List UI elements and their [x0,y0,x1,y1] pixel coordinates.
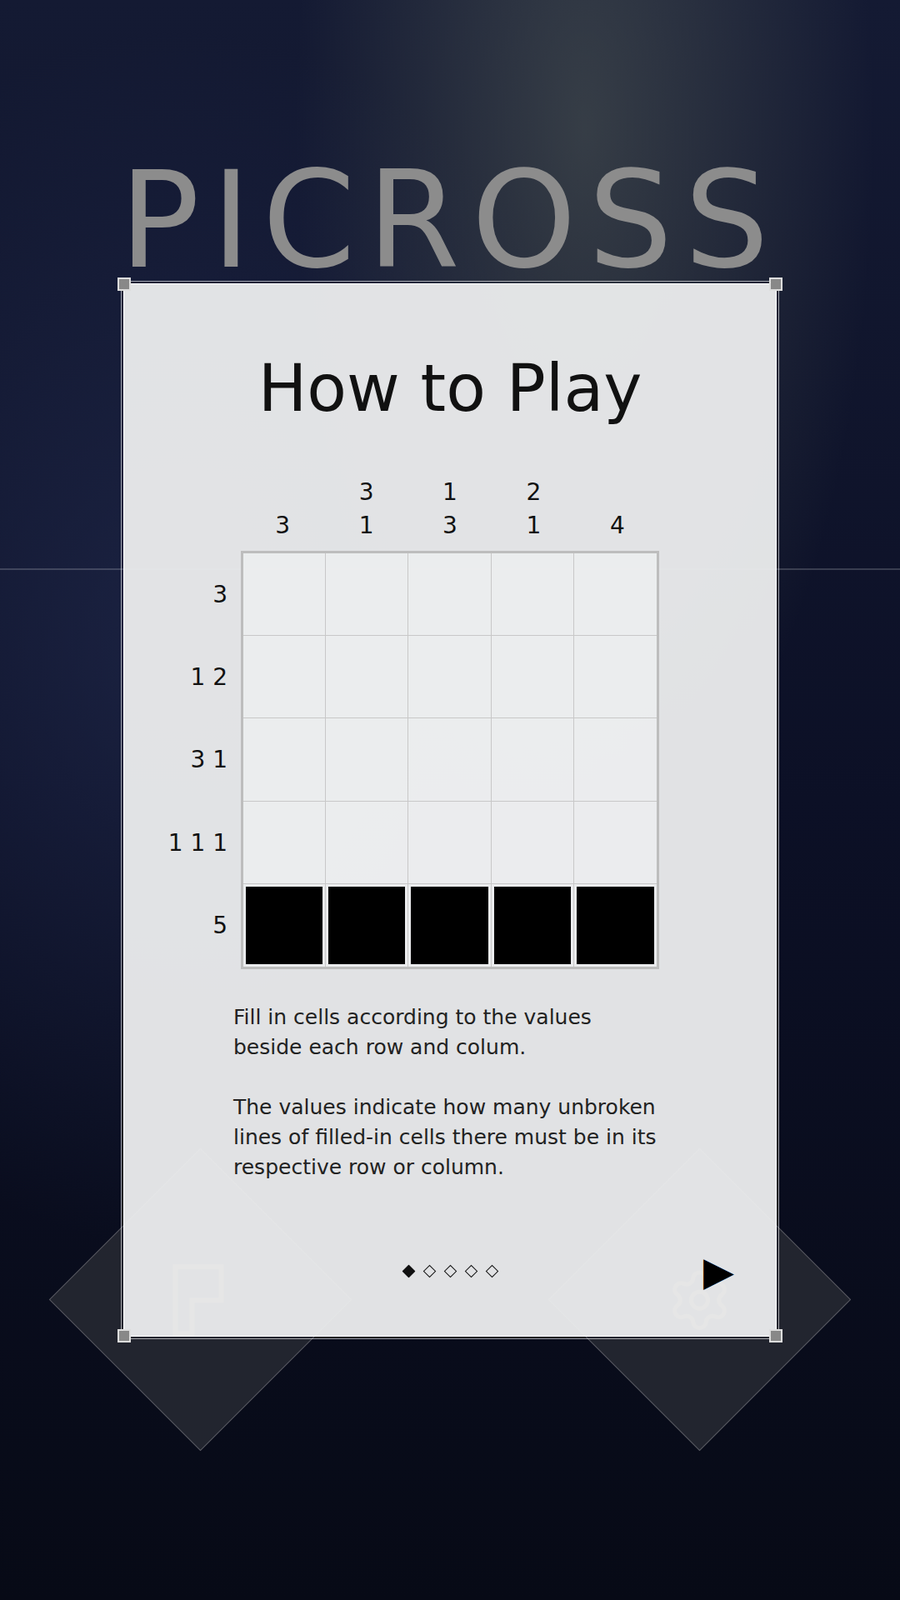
puzzle-cell[interactable] [325,635,409,719]
page-dot[interactable] [485,1264,499,1278]
column-clue: 31 [324,475,408,543]
page-indicator [401,1264,500,1279]
instructions: Fill in cells according to the values be… [233,1002,667,1183]
puzzle-cell[interactable] [408,635,491,719]
corner-handle [769,1329,783,1343]
page-dot[interactable] [443,1264,457,1278]
column-clue: 21 [491,475,575,543]
puzzle-cell[interactable] [408,884,491,967]
dialog-heading: How to Play [258,350,643,426]
puzzle-cell[interactable] [325,884,409,967]
how-to-play-dialog: How to Play3311321431 23 11 1 15Fill in … [123,283,777,1337]
puzzle-cell[interactable] [574,635,657,719]
example-puzzle: 3311321431 23 11 1 15 [140,475,760,970]
page-dot[interactable] [464,1264,478,1278]
row-clue: 1 1 1 [140,801,241,885]
clue-number: 3 [442,509,458,543]
corner-handle [117,1329,131,1343]
puzzle-board [240,550,660,970]
puzzle-cell[interactable] [574,718,657,801]
clue-number: 4 [610,509,625,543]
puzzle-cell[interactable] [325,801,409,885]
row-clues: 31 23 11 1 15 [140,550,241,970]
puzzle-cell[interactable] [491,718,575,801]
corner-handle [117,277,131,291]
clue-number: 1 [442,475,458,510]
column-clue: 4 [575,475,660,543]
clue-number: 1 [525,509,541,543]
puzzle-cell[interactable] [243,801,326,885]
row-clue: 1 2 [140,635,241,719]
puzzle-cell[interactable] [408,718,491,801]
row-clue: 5 [140,884,241,967]
puzzle-cell[interactable] [408,553,491,636]
clue-number: 2 [525,475,541,510]
puzzle-cell[interactable] [325,718,409,801]
clue-number: 3 [275,509,290,543]
instruction-text: The values indicate how many unbroken li… [233,1092,667,1183]
puzzle-cell[interactable] [408,801,491,885]
screen: PICROSSHow to Play3311321431 23 11 1 15F… [0,0,900,1600]
puzzle-cell[interactable] [243,884,326,967]
puzzle-cell[interactable] [491,553,575,636]
dialog-footer: ▶ [124,1230,776,1295]
clue-number: 3 [359,475,375,510]
instruction-text: Fill in cells according to the values be… [233,1002,667,1063]
column-clue: 3 [240,475,325,543]
corner-handle [769,277,783,291]
puzzle-cell[interactable] [574,553,657,636]
puzzle-cell[interactable] [491,635,575,719]
puzzle-cell[interactable] [491,801,575,885]
game-title: PICROSS [119,158,781,284]
puzzle-cell[interactable] [325,553,409,636]
puzzle-cell[interactable] [243,635,326,719]
page-dot[interactable] [401,1264,415,1278]
puzzle-cell[interactable] [243,718,326,801]
row-clue: 3 1 [140,718,241,801]
puzzle-cell[interactable] [574,884,657,967]
next-button[interactable]: ▶ [700,1247,738,1295]
column-clue: 13 [408,475,492,543]
column-clues: 33113214 [240,475,660,551]
puzzle-cell[interactable] [574,801,657,885]
puzzle-cell[interactable] [243,553,326,636]
puzzle-cell[interactable] [491,884,575,967]
page-dot[interactable] [422,1264,436,1278]
row-clue: 3 [140,553,241,636]
clue-number: 1 [359,509,375,543]
